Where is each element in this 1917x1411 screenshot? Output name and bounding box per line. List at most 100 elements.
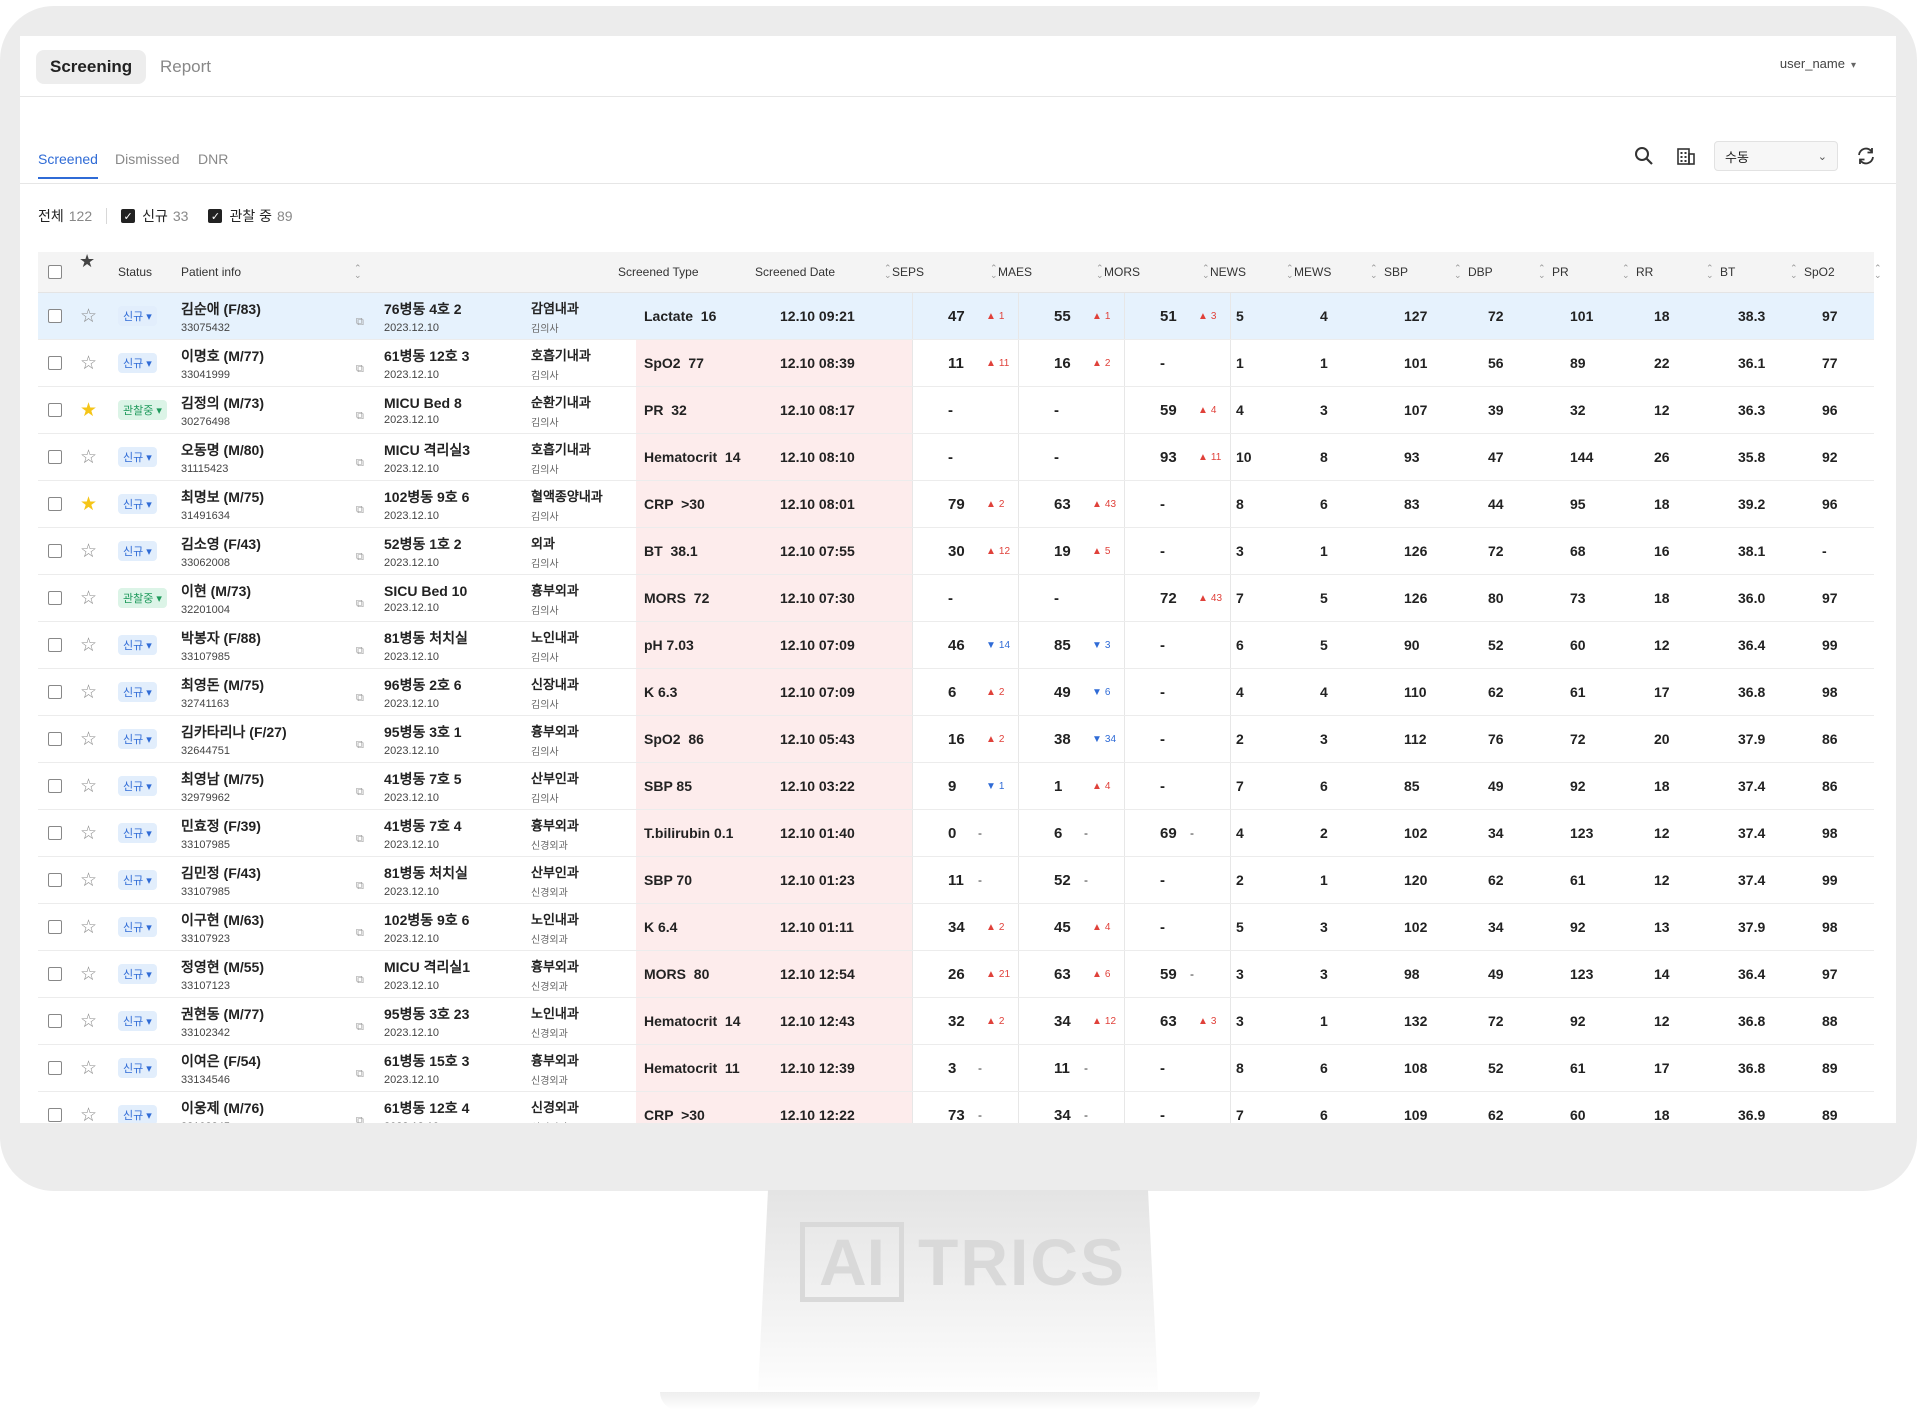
row-checkbox[interactable]	[48, 779, 62, 793]
patient-name[interactable]: 김민정 (F/43)	[181, 863, 261, 883]
mode-select[interactable]: 수동 ⌄	[1714, 141, 1838, 171]
row-checkbox[interactable]	[48, 450, 62, 464]
table-row[interactable]: ☆ 신규 ▾ 김소영 (F/43) 33062008 ⧉ 52병동 1호 2 2023.12.…	[38, 528, 1874, 575]
copy-icon[interactable]: ⧉	[356, 457, 364, 470]
table-row[interactable]: ☆ 신규 ▾ 김카타리나 (F/27) 32644751 ⧉ 95병동 3호 1 2023.1…	[38, 716, 1874, 763]
refresh-icon[interactable]	[1852, 142, 1880, 170]
table-row[interactable]: ★ 신규 ▾ 최명보 (M/75) 31491634 ⧉ 102병동 9호 6 2023.12…	[38, 481, 1874, 528]
building-icon[interactable]	[1672, 142, 1700, 170]
patient-name[interactable]: 이구현 (M/63)	[181, 910, 264, 930]
status-dropdown[interactable]: 신규 ▾	[118, 964, 157, 984]
star-icon[interactable]: ☆	[80, 354, 97, 373]
table-row[interactable]: ☆ 신규 ▾ 이여은 (F/54) 33134546 ⧉ 61병동 15호 3 2023.12…	[38, 1045, 1874, 1092]
row-checkbox[interactable]	[48, 920, 62, 934]
status-dropdown[interactable]: 신규 ▾	[118, 870, 157, 890]
patient-name[interactable]: 민효정 (F/39)	[181, 816, 261, 836]
row-checkbox[interactable]	[48, 1014, 62, 1028]
col-news[interactable]: NEWS	[1210, 252, 1246, 292]
table-row[interactable]: ☆ 신규 ▾ 김순애 (F/83) 33075432 ⧉ 76병동 4호 2 2023.12.…	[38, 293, 1874, 340]
row-checkbox[interactable]	[48, 497, 62, 511]
sort-icon[interactable]: ⌃ ⌄	[990, 252, 998, 292]
copy-icon[interactable]: ⧉	[356, 739, 364, 752]
sort-icon[interactable]: ⌃ ⌄	[1370, 252, 1378, 292]
star-icon[interactable]: ☆	[80, 636, 97, 655]
sort-icon[interactable]: ⌃ ⌄	[884, 252, 892, 292]
sort-icon[interactable]: ⌃ ⌄	[1706, 252, 1714, 292]
status-dropdown[interactable]: 신규 ▾	[118, 494, 157, 514]
table-row[interactable]: ☆ 신규 ▾ 최영남 (M/75) 32979962 ⧉ 41병동 7호 5 2023.12.…	[38, 763, 1874, 810]
table-row[interactable]: ☆ 신규 ▾ 민효정 (F/39) 33107985 ⧉ 41병동 7호 4 2023.12.…	[38, 810, 1874, 857]
search-icon[interactable]	[1630, 142, 1658, 170]
col-mews[interactable]: MEWS	[1294, 252, 1331, 292]
col-patient-info[interactable]: Patient info	[181, 252, 241, 292]
table-row[interactable]: ☆ 신규 ▾ 권현동 (M/77) 33102342 ⧉ 95병동 3호 23 2023.12…	[38, 998, 1874, 1045]
star-icon[interactable]: ☆	[80, 824, 97, 843]
copy-icon[interactable]: ⧉	[356, 645, 364, 658]
star-icon[interactable]: ★	[80, 401, 97, 420]
col-pr[interactable]: PR	[1552, 252, 1569, 292]
star-icon[interactable]: ☆	[80, 777, 97, 796]
status-dropdown[interactable]: 신규 ▾	[118, 1105, 157, 1123]
table-row[interactable]: ☆ 신규 ▾ 정영현 (M/55) 33107123 ⧉ MICU 격리실1 2023.12.…	[38, 951, 1874, 998]
star-icon[interactable]: ☆	[80, 965, 97, 984]
patient-name[interactable]: 김소영 (F/43)	[181, 534, 261, 554]
sort-icon[interactable]: ⌃ ⌄	[1096, 252, 1104, 292]
copy-icon[interactable]: ⧉	[356, 504, 364, 517]
patient-name[interactable]: 권현동 (M/77)	[181, 1004, 264, 1024]
status-dropdown[interactable]: 신규 ▾	[118, 823, 157, 843]
copy-icon[interactable]: ⧉	[356, 316, 364, 329]
col-sbp[interactable]: SBP	[1384, 252, 1408, 292]
col-rr[interactable]: RR	[1636, 252, 1653, 292]
star-icon[interactable]: ☆	[80, 730, 97, 749]
sort-icon[interactable]: ⌃ ⌄	[1538, 252, 1546, 292]
star-icon[interactable]: ☆	[80, 871, 97, 890]
subtab-dnr[interactable]: DNR	[198, 151, 228, 167]
row-checkbox[interactable]	[48, 356, 62, 370]
row-checkbox[interactable]	[48, 873, 62, 887]
star-icon[interactable]: ☆	[80, 683, 97, 702]
copy-icon[interactable]: ⧉	[356, 598, 364, 611]
table-row[interactable]: ☆ 신규 ▾ 오동명 (M/80) 31115423 ⧉ MICU 격리실3 2023.12.…	[38, 434, 1874, 481]
col-screened-date[interactable]: Screened Date	[755, 252, 835, 292]
row-checkbox[interactable]	[48, 685, 62, 699]
table-row[interactable]: ☆ 신규 ▾ 최영돈 (M/75) 32741163 ⧉ 96병동 2호 6 2023.12.…	[38, 669, 1874, 716]
copy-icon[interactable]: ⧉	[356, 692, 364, 705]
status-dropdown[interactable]: 신규 ▾	[118, 447, 157, 467]
checkbox-obs[interactable]: ✓	[208, 209, 223, 223]
status-dropdown[interactable]: 신규 ▾	[118, 682, 157, 702]
status-dropdown[interactable]: 신규 ▾	[118, 306, 157, 326]
star-header-icon[interactable]: ★	[79, 252, 95, 292]
copy-icon[interactable]: ⧉	[356, 927, 364, 940]
copy-icon[interactable]: ⧉	[356, 410, 364, 423]
patient-name[interactable]: 최영돈 (M/75)	[181, 675, 264, 695]
select-all-checkbox[interactable]	[48, 265, 62, 279]
filter-new[interactable]: ✓ 신규 33	[121, 206, 188, 226]
status-dropdown[interactable]: 신규 ▾	[118, 1058, 157, 1078]
patient-name[interactable]: 김카타리나 (F/27)	[181, 722, 287, 742]
tab-screening[interactable]: Screening	[36, 50, 147, 84]
status-dropdown[interactable]: 신규 ▾	[118, 776, 157, 796]
copy-icon[interactable]: ⧉	[356, 786, 364, 799]
star-icon[interactable]: ☆	[80, 1012, 97, 1031]
table-row[interactable]: ☆ 신규▾ 이웅제 (M/76) 33108345 ⧉ 61병동 12호 4 2023.12…	[38, 1092, 1874, 1123]
row-checkbox[interactable]	[48, 638, 62, 652]
status-dropdown[interactable]: 신규 ▾	[118, 353, 157, 373]
col-seps[interactable]: SEPS	[892, 252, 924, 292]
patient-name[interactable]: 김순애 (F/83)	[181, 299, 261, 319]
row-checkbox[interactable]	[48, 826, 62, 840]
col-spo2[interactable]: SpO2	[1804, 252, 1835, 292]
status-dropdown[interactable]: 신규 ▾	[118, 729, 157, 749]
table-row[interactable]: ☆ 신규 ▾ 이명호 (M/77) 33041999 ⧉ 61병동 12호 3 2023.12…	[38, 340, 1874, 387]
status-dropdown[interactable]: 관찰중 ▾	[118, 588, 167, 608]
status-dropdown[interactable]: 관찰중 ▾	[118, 400, 167, 420]
copy-icon[interactable]: ⧉	[356, 1115, 364, 1124]
row-checkbox[interactable]	[48, 309, 62, 323]
patient-name[interactable]: 이여은 (F/54)	[181, 1051, 261, 1071]
copy-icon[interactable]: ⧉	[356, 1068, 364, 1081]
patient-name[interactable]: 이웅제 (M/76)	[181, 1098, 264, 1118]
star-icon[interactable]: ☆	[80, 542, 97, 561]
row-checkbox[interactable]	[48, 403, 62, 417]
patient-name[interactable]: 박봉자 (F/88)	[181, 628, 261, 648]
row-checkbox[interactable]	[48, 732, 62, 746]
subtab-dismissed[interactable]: Dismissed	[115, 151, 180, 167]
